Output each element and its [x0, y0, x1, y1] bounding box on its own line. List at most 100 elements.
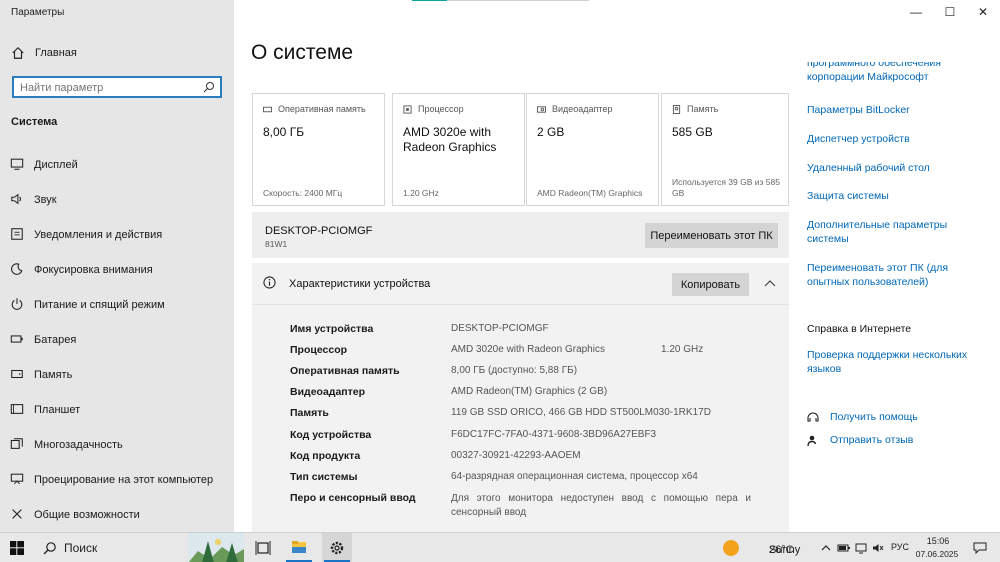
sidebar-item-multitasking[interactable]: Многозадачность — [0, 432, 234, 458]
related-link-system-protection[interactable]: Защита системы — [807, 189, 987, 203]
sidebar-item-label: Память — [34, 369, 73, 381]
send-feedback-link[interactable]: Отправить отзыв — [807, 434, 987, 450]
search-icon[interactable] — [203, 81, 215, 93]
multitasking-icon — [10, 438, 23, 449]
sidebar-item-projecting[interactable]: Проецирование на этот компьютер — [0, 467, 234, 493]
spec-key: Видеоадаптер — [290, 386, 366, 398]
focus-icon — [11, 263, 23, 275]
sidebar-item-label: Многозадачность — [34, 439, 123, 451]
clock-time[interactable]: 15:06 — [918, 536, 958, 546]
pc-model: 81W1 — [265, 239, 288, 249]
sidebar-item-label: Батарея — [34, 334, 77, 346]
related-link-rename-pc-advanced[interactable]: Переименовать этот ПК (для опытных польз… — [807, 261, 957, 289]
get-help-label: Получить помощь — [830, 411, 918, 423]
sidebar-item-storage[interactable]: Память — [0, 362, 234, 388]
spec-key: Процессор — [290, 344, 348, 356]
sidebar-item-battery[interactable]: Батарея — [0, 327, 234, 353]
minimize-button[interactable]: — — [907, 5, 925, 19]
taskbar-search[interactable]: Поиск — [34, 533, 187, 562]
battery-icon[interactable] — [837, 542, 851, 554]
copy-button[interactable]: Копировать — [672, 273, 749, 296]
card-value: AMD 3020e with Radeon Graphics — [403, 125, 497, 154]
sidebar-item-notifications[interactable]: Уведомления и действия — [0, 222, 234, 248]
search-box[interactable] — [12, 76, 222, 98]
sidebar-item-shared-experiences[interactable]: Общие возможности — [0, 502, 234, 528]
sidebar-item-power[interactable]: Питание и спящий режим — [0, 292, 234, 318]
spec-key: Оперативная память — [290, 365, 400, 377]
spec-key: Тип системы — [290, 471, 358, 483]
rename-pc-button[interactable]: Переименовать этот ПК — [645, 223, 778, 248]
card-value: 8,00 ГБ — [263, 125, 305, 139]
sidebar-item-display[interactable]: Дисплей — [0, 152, 234, 178]
device-specs-header[interactable]: Характеристики устройства Копировать — [252, 263, 789, 305]
display-icon — [10, 158, 24, 170]
battery-icon — [10, 335, 23, 343]
chevron-up-icon[interactable] — [820, 542, 832, 554]
related-link-remote-desktop[interactable]: Удаленный рабочий стол — [807, 161, 987, 175]
spec-value: F6DC17FC-7FA0-4371-9608-3BD96A27EBF3 — [451, 429, 657, 440]
related-link-software-license[interactable]: программного обеспечения корпорации Майк… — [807, 62, 987, 90]
spec-value: DESKTOP-PCIOMGF — [451, 323, 549, 334]
sidebar-item-focus[interactable]: Фокусировка внимания — [0, 257, 234, 283]
card-label: Оперативная память — [278, 104, 366, 114]
card-footer: Используется 39 GB из 585 GB — [672, 177, 780, 198]
file-explorer-icon[interactable] — [284, 533, 314, 562]
taskbar: Поиск 26°C Sunny РУС 15:06 07.06.2025 — [0, 532, 1000, 562]
spec-row: Перо и сенсорный ввод Для этого монитора… — [252, 492, 789, 524]
sidebar-item-home[interactable]: Главная — [0, 42, 234, 66]
card-header: Оперативная память — [263, 104, 366, 114]
search-input[interactable] — [14, 79, 194, 97]
ram-icon — [263, 106, 272, 112]
send-feedback-label: Отправить отзыв — [830, 434, 914, 446]
pc-name: DESKTOP-PCIOMGF — [265, 225, 373, 237]
weather-condition: Sunny — [769, 544, 801, 556]
related-link-advanced-system-settings[interactable]: Дополнительные параметры системы — [807, 218, 957, 246]
close-button[interactable]: ✕ — [974, 5, 992, 19]
spec-row: Оперативная память 8,00 ГБ (доступно: 5,… — [252, 365, 789, 386]
help-heading: Справка в Интернете — [807, 323, 912, 335]
spec-extra-value: 1.20 GHz — [661, 344, 704, 355]
sidebar-item-label: Фокусировка внимания — [34, 264, 153, 276]
shared-experiences-icon — [12, 509, 22, 519]
clock-date[interactable]: 07.06.2025 — [912, 549, 962, 559]
get-help-link[interactable]: Получить помощь — [807, 411, 987, 427]
device-specs-panel: Характеристики устройства Копировать Имя… — [252, 263, 789, 532]
help-icon — [807, 412, 819, 422]
sun-icon — [723, 540, 739, 556]
sidebar-item-label: Проецирование на этот компьютер — [34, 474, 214, 486]
page-title: О системе — [251, 41, 354, 64]
notifications-icon[interactable] — [973, 542, 987, 554]
spec-key: Код устройства — [290, 429, 372, 441]
ram-card: Оперативная память 8,00 ГБ Скорость: 240… — [252, 93, 385, 206]
sidebar-item-label: Планшет — [34, 404, 81, 416]
spec-row: Имя устройства DESKTOP-PCIOMGF — [252, 323, 789, 344]
sidebar-item-tablet[interactable]: Планшет — [0, 397, 234, 423]
projecting-icon — [10, 473, 24, 485]
app-title: Параметры — [11, 7, 65, 18]
settings-gear-icon[interactable] — [322, 533, 352, 562]
help-link-language-support[interactable]: Проверка поддержки нескольких языков — [807, 348, 977, 376]
spec-key: Код продукта — [290, 450, 361, 462]
sidebar-item-sound[interactable]: Звук — [0, 187, 234, 213]
spec-value: AMD Radeon(TM) Graphics (2 GB) — [451, 386, 608, 397]
related-link-bitlocker[interactable]: Параметры BitLocker — [807, 103, 987, 117]
cpu-card: Процессор AMD 3020e with Radeon Graphics… — [392, 93, 525, 206]
volume-icon[interactable] — [872, 542, 884, 554]
maximize-button[interactable]: ☐ — [941, 5, 959, 19]
language-indicator[interactable]: РУС — [891, 542, 909, 552]
disk-card: Память 585 GB Используется 39 GB из 585 … — [661, 93, 789, 206]
network-icon[interactable] — [855, 542, 867, 554]
related-link-device-manager[interactable]: Диспетчер устройств — [807, 132, 987, 146]
chevron-up-icon[interactable] — [764, 278, 776, 288]
start-windows-icon[interactable] — [10, 541, 24, 555]
card-label: Процессор — [418, 104, 464, 114]
spec-row: Видеоадаптер AMD Radeon(TM) Graphics (2 … — [252, 386, 789, 407]
home-icon — [12, 46, 24, 59]
spec-row: Память 119 GB SSD ORICO, 466 GB HDD ST50… — [252, 407, 789, 428]
spec-key: Память — [290, 407, 329, 419]
tablet-icon — [10, 404, 24, 414]
device-specs-title: Характеристики устройства — [289, 278, 431, 290]
sidebar-item-label: Питание и спящий режим — [34, 299, 165, 311]
task-view-icon[interactable] — [254, 533, 272, 562]
search-highlight-icon[interactable] — [188, 533, 244, 562]
